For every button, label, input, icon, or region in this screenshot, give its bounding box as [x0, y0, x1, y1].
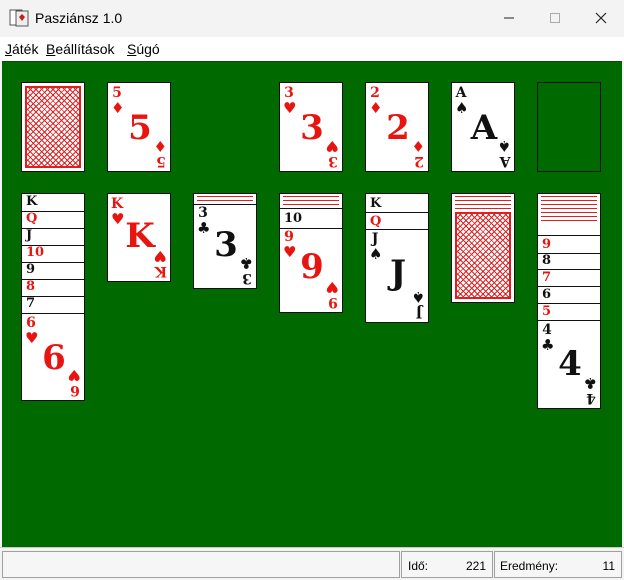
hidden-card	[280, 196, 342, 201]
tableau-card[interactable]: 5	[538, 303, 600, 321]
card-corner: J ♠	[369, 231, 383, 263]
score-value: 11	[602, 559, 615, 573]
tableau-card[interactable]: Q	[366, 212, 428, 230]
card-rank-large: J	[389, 253, 407, 293]
hidden-card	[538, 212, 600, 217]
hidden-card	[194, 196, 256, 201]
tableau-column-4[interactable]: 10 9 ♥ 9 9 ♥	[279, 193, 343, 313]
tableau-card[interactable]: K	[22, 194, 84, 212]
status-bar: Idő: 221 Eredmény: 11	[0, 547, 624, 580]
menu-sugo[interactable]: Súgó	[127, 41, 160, 57]
card-corner: 6 ♥	[25, 315, 39, 347]
tableau-card[interactable]: J	[22, 228, 84, 246]
app-icon	[9, 9, 29, 27]
card-corner: 3 ♥	[283, 85, 297, 117]
card-rank-large: 5	[128, 108, 152, 148]
card-corner: A ♠	[455, 85, 469, 117]
tableau-column-1[interactable]: K Q J 10 9 8 7 6 ♥ 6 6 ♥	[21, 193, 85, 401]
tableau-card[interactable]: 10	[280, 208, 342, 229]
card-corner: 5 ♦	[111, 85, 125, 117]
card-rank-large: 3	[214, 225, 238, 265]
card-corner: 4 ♣	[541, 322, 555, 354]
foundation-3[interactable]: A ♠ A A ♠	[451, 82, 515, 172]
tableau-column-5[interactable]: K Q J ♠ J J ♠	[365, 193, 429, 323]
tableau-card[interactable]: 8	[538, 252, 600, 270]
tableau-card[interactable]: 9	[22, 262, 84, 280]
card-rank-large: K	[125, 216, 155, 256]
window-title: Pasziánsz 1.0	[35, 10, 123, 26]
tableau-column-2[interactable]: K ♥ K K ♥	[107, 193, 171, 282]
maximize-button[interactable]	[532, 0, 578, 37]
card-corner: 9 ♥	[283, 229, 297, 261]
status-message-panel	[2, 551, 400, 578]
card-corner-inverted: J ♠	[411, 288, 425, 320]
card-rank-large: 4	[558, 344, 582, 384]
time-label: Idő:	[408, 559, 429, 573]
card-back	[25, 86, 81, 168]
tableau-card[interactable]: 7	[538, 269, 600, 287]
hidden-card	[280, 200, 342, 205]
card-corner-inverted: K ♥	[153, 247, 167, 279]
card-corner: K ♥	[111, 196, 125, 228]
tableau-card[interactable]: 6	[538, 286, 600, 304]
hidden-card	[194, 200, 256, 205]
hidden-card	[280, 204, 342, 209]
tableau-column-7[interactable]: 9 8 7 6 5 4 ♣ 4 4 ♣	[537, 193, 601, 409]
tableau-card[interactable]: K	[366, 194, 428, 213]
close-icon	[595, 12, 607, 24]
menu-beallitasok[interactable]: Beállítások	[46, 41, 115, 57]
hidden-card	[538, 196, 600, 201]
card-corner-inverted: 9 ♥	[325, 278, 339, 310]
card-corner-inverted: 2 ♦	[411, 137, 425, 169]
foundation-4-empty[interactable]	[537, 82, 601, 172]
hidden-card	[538, 216, 600, 221]
card-corner: 2 ♦	[369, 85, 383, 117]
tableau-card[interactable]: 10	[22, 245, 84, 263]
card-corner-inverted: 6 ♥	[67, 366, 81, 398]
hidden-card	[538, 204, 600, 209]
foundation-1[interactable]: 3 ♥ 3 3 ♥	[279, 82, 343, 172]
card-rank-large: 3	[300, 108, 324, 148]
card-rank-large: 6	[42, 338, 66, 378]
card-corner-inverted: A ♠	[497, 137, 511, 169]
maximize-icon	[550, 13, 560, 23]
card-corner: 3 ♣	[197, 205, 211, 237]
status-time-panel: Idő: 221	[401, 551, 493, 578]
time-value: 221	[465, 559, 486, 573]
hidden-card	[452, 200, 514, 205]
menu-jatek[interactable]: Játék	[5, 41, 38, 57]
card-rank-large: 2	[386, 108, 410, 148]
tableau-column-3[interactable]: 3 ♣ 3 3 ♣	[193, 193, 257, 289]
tableau-card[interactable]: 8	[22, 279, 84, 297]
waste-card[interactable]: 5 ♦ 5 5 ♦	[107, 82, 171, 172]
hidden-card	[538, 208, 600, 213]
card-rank-large: A	[470, 108, 498, 148]
score-label: Eredmény:	[500, 559, 559, 573]
tableau-card[interactable]: Q	[22, 211, 84, 229]
card-corner-inverted: 3 ♥	[325, 137, 339, 169]
stock-pile[interactable]	[21, 82, 85, 172]
card-rank-large: 9	[300, 247, 324, 287]
status-score-panel: Eredmény: 11	[494, 551, 622, 578]
minimize-icon	[504, 17, 514, 19]
hidden-card	[452, 204, 514, 209]
tableau-column-6[interactable]	[451, 193, 515, 303]
hidden-card	[538, 200, 600, 205]
close-button[interactable]	[578, 0, 624, 37]
game-table: 5 ♦ 5 5 ♦ 3 ♥ 3 3 ♥ 2 ♦ 2 2 ♦ A ♠ A A ♠ K Q J 10…	[2, 61, 622, 548]
title-bar: Pasziánsz 1.0	[0, 0, 624, 37]
card-corner-inverted: 3 ♣	[239, 254, 253, 286]
card-corner-inverted: 4 ♣	[583, 374, 597, 406]
hidden-card	[452, 196, 514, 201]
card-back	[455, 212, 511, 299]
foundation-2[interactable]: 2 ♦ 2 2 ♦	[365, 82, 429, 172]
card-corner-inverted: 5 ♦	[153, 137, 167, 169]
tableau-card[interactable]: 7	[22, 296, 84, 314]
menu-bar: Játék Beállítások Súgó	[0, 37, 624, 61]
minimize-button[interactable]	[486, 0, 532, 37]
